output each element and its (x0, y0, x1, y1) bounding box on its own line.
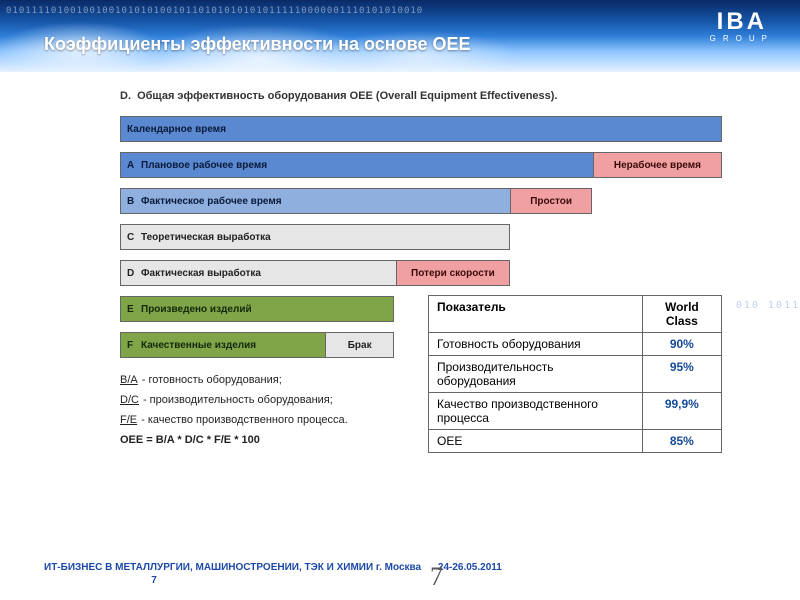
table-cell-value: 95% (642, 356, 721, 393)
banner-binary-decoration: 0101111010010010010101010010110101010101… (6, 6, 423, 16)
table-row: Готовность оборудования90% (429, 333, 722, 356)
bar-main: AПлановое рабочее время (121, 153, 593, 177)
table-cell-name: Качество производственного процесса (429, 393, 643, 430)
table-cell-name: OEE (429, 430, 643, 453)
bar-row: DФактическая выработкаПотери скорости (120, 260, 510, 286)
table-header-metric: Показатель (429, 296, 643, 333)
bar-row: BФактическое рабочее времяПростои (120, 188, 592, 214)
table-cell-name: Производительность оборудования (429, 356, 643, 393)
slide-title: Коэффициенты эффективности на основе OEE (44, 34, 471, 55)
formula-lhs: F/E (120, 410, 137, 430)
bar-loss: Простои (510, 189, 591, 213)
bar-label: Календарное время (127, 124, 226, 135)
table-cell-value: 99,9% (642, 393, 721, 430)
bar-letter: E (127, 304, 141, 315)
bar-main: FКачественные изделия (121, 333, 325, 357)
formula-rhs: - качество производственного процесса. (141, 410, 348, 430)
bar-letter: C (127, 232, 141, 243)
slide-number: 7 (430, 562, 443, 592)
section-heading: D. Общая эффективность оборудования OEE … (120, 90, 740, 102)
table-cell-value: 90% (642, 333, 721, 356)
footer-date: 24-26.05.2011 (438, 562, 502, 573)
bar-loss: Брак (325, 333, 393, 357)
logo-sub-text: GROUP (710, 34, 774, 43)
iba-logo: IBA GROUP (710, 12, 774, 43)
bar-row: AПлановое рабочее времяНерабочее время (120, 152, 722, 178)
heading-letter: D. (120, 90, 134, 102)
bar-letter: B (127, 196, 141, 207)
side-binary-decoration: 010 1011 (736, 300, 800, 311)
bar-main: Календарное время (121, 117, 721, 141)
table-row: Производительность оборудования95% (429, 356, 722, 393)
formula-lhs: B/A (120, 370, 138, 390)
logo-main-text: IBA (710, 12, 774, 32)
bar-main: BФактическое рабочее время (121, 189, 510, 213)
bar-row: FКачественные изделияБрак (120, 332, 394, 358)
bar-row: CТеоретическая выработка (120, 224, 510, 250)
bar-main: DФактическая выработка (121, 261, 396, 285)
header-banner: 0101111010010010010101010010110101010101… (0, 0, 800, 72)
bar-label: Фактическое рабочее время (141, 196, 282, 207)
table-row: Качество производственного процесса99,9% (429, 393, 722, 430)
table-cell-name: Готовность оборудования (429, 333, 643, 356)
bar-loss: Нерабочее время (593, 153, 721, 177)
formula-rhs: - производительность оборудования; (143, 390, 333, 410)
formula-rhs: - готовность оборудования; (142, 370, 282, 390)
bar-loss: Потери скорости (396, 261, 509, 285)
table-row: OEE85% (429, 430, 722, 453)
table-header-value: World Class (642, 296, 721, 333)
bar-letter: F (127, 340, 141, 351)
bar-main: CТеоретическая выработка (121, 225, 509, 249)
footer: ИТ-БИЗНЕС В МЕТАЛЛУРГИИ, МАШИНОСТРОЕНИИ,… (44, 562, 756, 586)
footer-small-page: 7 (44, 575, 264, 586)
bar-label: Качественные изделия (141, 340, 256, 351)
heading-text: Общая эффективность оборудования OEE (Ov… (137, 90, 557, 102)
bar-main: EПроизведено изделий (121, 297, 393, 321)
footer-text: ИТ-БИЗНЕС В МЕТАЛЛУРГИИ, МАШИНОСТРОЕНИИ,… (44, 562, 421, 573)
bar-label: Фактическая выработка (141, 268, 261, 279)
bar-label: Плановое рабочее время (141, 160, 267, 171)
table-cell-value: 85% (642, 430, 721, 453)
bar-letter: A (127, 160, 141, 171)
table-header-row: Показатель World Class (429, 296, 722, 333)
formula-final-text: OEE = B/A * D/C * F/E * 100 (120, 430, 260, 450)
bar-label: Теоретическая выработка (141, 232, 271, 243)
bar-label: Произведено изделий (141, 304, 252, 315)
bar-letter: D (127, 268, 141, 279)
bar-row: EПроизведено изделий (120, 296, 394, 322)
world-class-table: Показатель World Class Готовность оборуд… (428, 295, 722, 453)
bar-row: Календарное время (120, 116, 722, 142)
formula-lhs: D/C (120, 390, 139, 410)
